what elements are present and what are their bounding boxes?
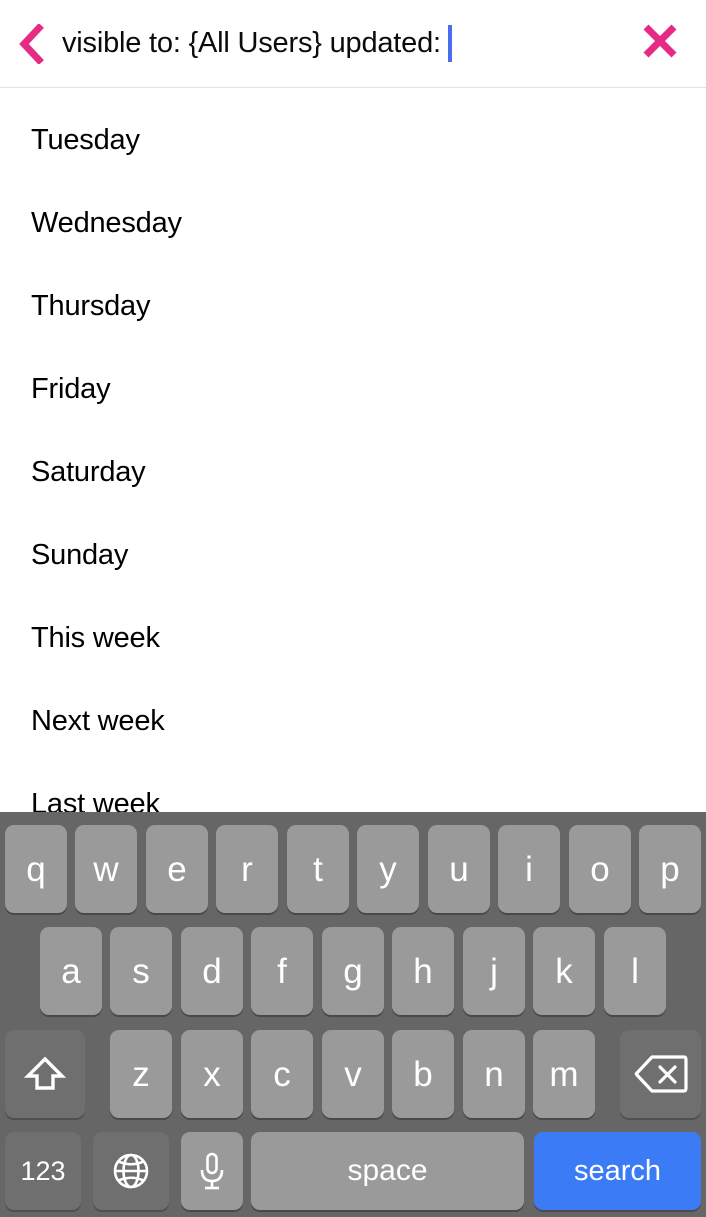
key-label: b [413,1054,433,1094]
key-o[interactable]: o [569,825,631,913]
key-n[interactable]: n [463,1030,525,1118]
key-label: search [573,1154,662,1187]
list-item-label: This week [31,622,160,654]
key-label: j [490,951,498,991]
key-l[interactable]: l [604,927,666,1015]
key-label: e [167,849,187,889]
key-label: u [449,849,469,889]
list-item-label: Next week [31,705,165,737]
key-label: k [555,951,573,991]
backspace-delete-icon [634,1054,688,1094]
key-label: h [413,951,433,991]
key-y[interactable]: y [357,825,419,913]
key-u[interactable]: u [428,825,490,913]
numbers-key[interactable]: 123 [5,1132,81,1210]
list-item[interactable]: Friday [0,372,706,455]
globe-key[interactable] [93,1132,169,1210]
key-b[interactable]: b [392,1030,454,1118]
key-label: 123 [20,1155,66,1186]
key-g[interactable]: g [322,927,384,1015]
key-v[interactable]: v [322,1030,384,1118]
list-item-label: Sunday [31,539,129,571]
key-e[interactable]: e [146,825,208,913]
list-item-label: Friday [31,373,111,405]
search-return-key[interactable]: search [534,1132,701,1210]
key-d[interactable]: d [181,927,243,1015]
microphone-icon [197,1150,227,1192]
key-label: g [343,951,363,991]
key-f[interactable]: f [251,927,313,1015]
key-label: i [525,849,533,889]
list-item[interactable]: Sunday [0,538,706,621]
key-i[interactable]: i [498,825,560,913]
key-p[interactable]: p [639,825,701,913]
key-j[interactable]: j [463,927,525,1015]
key-c[interactable]: c [251,1030,313,1118]
suggestion-list[interactable]: Tuesday Wednesday Thursday Friday Saturd… [0,89,706,812]
space-key[interactable]: space [251,1132,524,1210]
on-screen-keyboard: q w e r t y u i o p a s d f g h j k l z … [0,812,706,1217]
key-label: n [484,1054,504,1094]
list-item[interactable]: Last week [0,787,706,812]
key-r[interactable]: r [216,825,278,913]
shift-arrow-up-icon [24,1053,66,1095]
key-label: d [202,951,222,991]
list-item[interactable]: Thursday [0,289,706,372]
chevron-left-icon [18,23,44,64]
key-label: y [379,849,397,889]
list-item-label: Tuesday [31,124,140,156]
key-label: r [241,849,253,889]
back-button[interactable] [0,0,62,88]
key-m[interactable]: m [533,1030,595,1118]
key-label: f [277,951,287,991]
backspace-key[interactable] [620,1030,701,1118]
list-item[interactable]: Wednesday [0,206,706,289]
key-w[interactable]: w [75,825,137,913]
key-q[interactable]: q [5,825,67,913]
shift-key[interactable] [5,1030,85,1118]
search-input[interactable]: visible to: {All Users} updated: [62,0,614,88]
list-item[interactable]: Next week [0,704,706,787]
key-h[interactable]: h [392,927,454,1015]
key-label: t [313,849,323,889]
list-item-label: Last week [31,788,160,812]
key-label: v [344,1054,362,1094]
key-label: s [132,951,150,991]
search-input-value: visible to: {All Users} updated: [62,27,441,59]
key-k[interactable]: k [533,927,595,1015]
search-header: visible to: {All Users} updated: [0,0,706,88]
list-item[interactable]: Tuesday [0,123,706,206]
dictation-key[interactable] [181,1132,243,1210]
key-label: l [631,951,639,991]
close-x-icon [642,23,678,64]
key-label: space [347,1154,428,1187]
key-x[interactable]: x [181,1030,243,1118]
list-item[interactable]: This week [0,621,706,704]
key-label: m [549,1054,579,1094]
app-root: visible to: {All Users} updated: Tuesday… [0,0,706,1217]
clear-search-button[interactable] [614,0,706,88]
list-item-label: Saturday [31,456,146,488]
globe-language-icon [111,1151,151,1191]
key-label: p [660,849,680,889]
key-label: x [203,1054,221,1094]
key-label: w [93,849,119,889]
key-label: z [132,1054,150,1094]
text-cursor [447,25,452,62]
key-t[interactable]: t [287,825,349,913]
key-s[interactable]: s [110,927,172,1015]
list-item[interactable]: Saturday [0,455,706,538]
list-item-label: Wednesday [31,207,182,239]
key-label: q [26,849,46,889]
key-label: a [61,951,81,991]
list-item-label: Thursday [31,290,151,322]
key-a[interactable]: a [40,927,102,1015]
key-z[interactable]: z [110,1030,172,1118]
key-label: o [590,849,610,889]
key-label: c [273,1054,291,1094]
